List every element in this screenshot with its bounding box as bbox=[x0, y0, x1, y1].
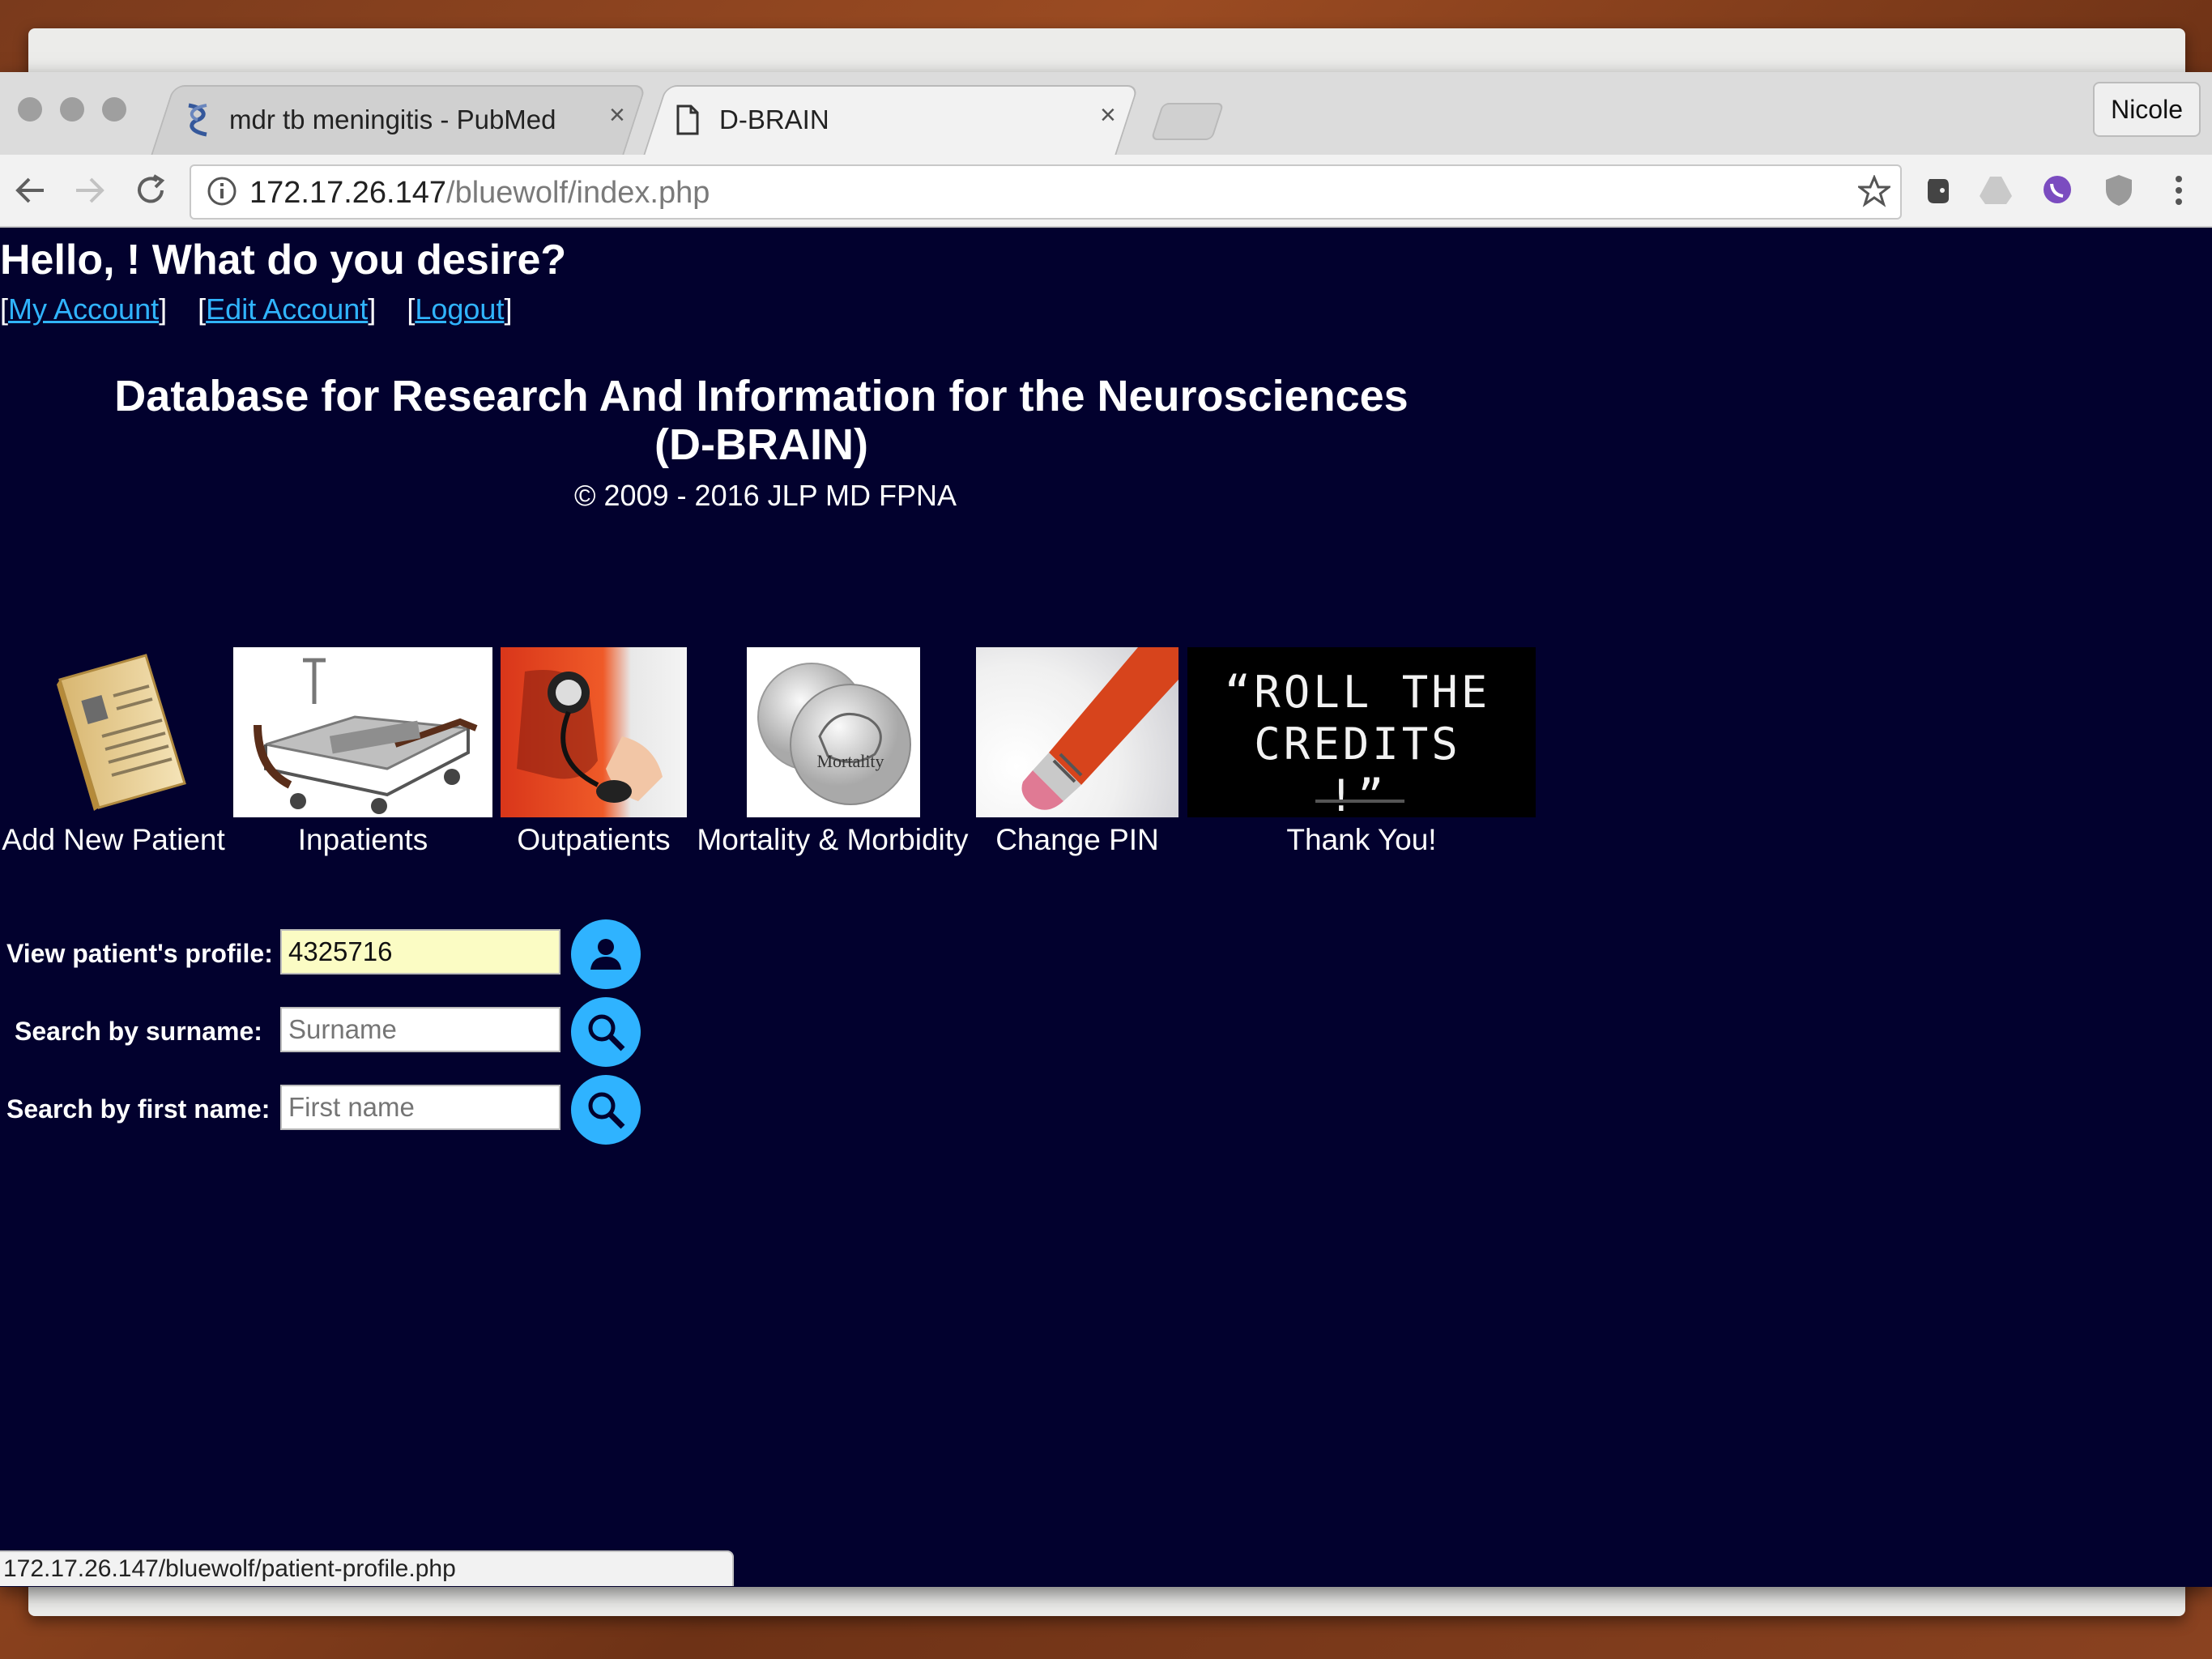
patient-id-input[interactable] bbox=[280, 929, 560, 975]
google-drive-extension-icon[interactable] bbox=[1978, 173, 2014, 208]
minimize-window-button[interactable] bbox=[60, 97, 84, 122]
thank-you-label[interactable]: Thank You! bbox=[1187, 823, 1536, 857]
blood-pressure-icon bbox=[517, 670, 663, 803]
view-profile-label: View patient's profile: bbox=[6, 939, 273, 968]
page-title-line2: (D-BRAIN) bbox=[654, 420, 868, 469]
new-tab-button[interactable] bbox=[1150, 103, 1225, 140]
status-bar: 172.17.26.147/bluewolf/patient-profile.p… bbox=[0, 1550, 734, 1586]
user-icon bbox=[590, 939, 621, 970]
patient-record-icon bbox=[57, 654, 186, 811]
mortality-morbidity-label[interactable]: Mortality & Morbidity bbox=[695, 823, 970, 857]
url-host: 172.17.26.147 bbox=[249, 176, 447, 210]
outpatients-tile[interactable] bbox=[501, 647, 687, 817]
add-new-patient-tile[interactable] bbox=[49, 647, 194, 817]
outpatients-label[interactable]: Outpatients bbox=[501, 823, 687, 857]
surname-input[interactable] bbox=[280, 1007, 560, 1052]
profile-name: Nicole bbox=[2111, 94, 2183, 124]
tab-dbrain-close-icon[interactable]: × bbox=[1100, 100, 1116, 131]
credits-caption-line bbox=[1315, 800, 1404, 803]
evernote-extension-icon[interactable] bbox=[1920, 173, 1955, 208]
change-pin-tile[interactable] bbox=[976, 647, 1178, 817]
browser-toolbar: 172.17.26.147/bluewolf/index.php bbox=[0, 155, 2212, 228]
surname-search-button[interactable] bbox=[571, 997, 641, 1067]
status-url: 172.17.26.147/bluewolf/patient-profile.p… bbox=[3, 1555, 456, 1582]
view-profile-button[interactable] bbox=[571, 919, 641, 989]
url-text: 172.17.26.147/bluewolf/index.php bbox=[249, 176, 710, 211]
document-favicon-icon bbox=[676, 104, 699, 135]
tab-pubmed-close-icon[interactable]: × bbox=[609, 100, 625, 131]
back-arrow-icon[interactable] bbox=[10, 169, 52, 211]
greeting-heading: Hello, ! What do you desire? bbox=[0, 237, 567, 284]
shield-extension-icon[interactable] bbox=[2101, 173, 2137, 208]
bookmark-star-icon[interactable] bbox=[1858, 175, 1890, 207]
reload-icon[interactable] bbox=[130, 169, 172, 211]
my-account-link[interactable]: My Account bbox=[8, 292, 159, 326]
pubmed-favicon-icon bbox=[188, 103, 207, 137]
menu-kebab-icon[interactable] bbox=[2161, 173, 2197, 208]
info-icon[interactable] bbox=[206, 175, 238, 207]
tab-pubmed-label: mdr tb meningitis - PubMed - I bbox=[229, 104, 561, 134]
page-content: Hello, ! What do you desire? [My Account… bbox=[0, 226, 2212, 1587]
first-name-input[interactable] bbox=[280, 1085, 560, 1130]
edit-account-link[interactable]: Edit Account bbox=[206, 292, 368, 326]
url-path: /bluewolf/index.php bbox=[446, 176, 710, 210]
account-links: [My Account] [Edit Account] [Logout] bbox=[0, 292, 513, 326]
browser-window: mdr tb meningitis - PubMed - I × D-BRAIN… bbox=[0, 72, 2212, 1587]
add-new-patient-label[interactable]: Add New Patient bbox=[0, 823, 227, 857]
mortality-button-icon: Mortality bbox=[757, 663, 911, 805]
page-title: Database for Research And Information fo… bbox=[0, 372, 1523, 469]
first-name-search-button[interactable] bbox=[571, 1075, 641, 1145]
forward-arrow-icon[interactable] bbox=[68, 169, 110, 211]
change-pin-label[interactable]: Change PIN bbox=[976, 823, 1178, 857]
inpatients-label[interactable]: Inpatients bbox=[233, 823, 492, 857]
surname-label: Search by surname: bbox=[15, 1017, 262, 1046]
hospital-bed-icon bbox=[254, 658, 478, 814]
mortality-morbidity-tile[interactable]: Mortality bbox=[747, 647, 920, 817]
tab-strip: mdr tb meningitis - PubMed - I × D-BRAIN… bbox=[0, 72, 2212, 156]
tab-dbrain-label: D-BRAIN bbox=[719, 104, 829, 134]
profile-button[interactable]: Nicole bbox=[2093, 82, 2201, 137]
tab-pubmed-content: mdr tb meningitis - PubMed - I bbox=[182, 85, 620, 155]
search-icon bbox=[588, 1092, 625, 1129]
search-icon bbox=[588, 1014, 625, 1051]
tab-dbrain-content: D-BRAIN bbox=[676, 85, 1097, 155]
copyright-text: © 2009 - 2016 JLP MD FPNA bbox=[573, 479, 957, 512]
address-bar[interactable]: 172.17.26.147/bluewolf/index.php bbox=[190, 164, 1902, 220]
thank-you-tile[interactable]: “ROLL THE CREDITS !” bbox=[1187, 647, 1536, 821]
first-name-label: Search by first name: bbox=[6, 1094, 271, 1124]
mortality-image-text: Mortality bbox=[816, 751, 884, 771]
page-title-line1: Database for Research And Information fo… bbox=[114, 372, 1409, 420]
inpatients-tile[interactable] bbox=[233, 647, 492, 817]
viber-extension-icon[interactable] bbox=[2039, 173, 2075, 208]
logout-link[interactable]: Logout bbox=[415, 292, 504, 326]
close-window-button[interactable] bbox=[18, 97, 42, 122]
pencil-eraser-icon bbox=[1021, 647, 1178, 810]
zoom-window-button[interactable] bbox=[102, 97, 126, 122]
